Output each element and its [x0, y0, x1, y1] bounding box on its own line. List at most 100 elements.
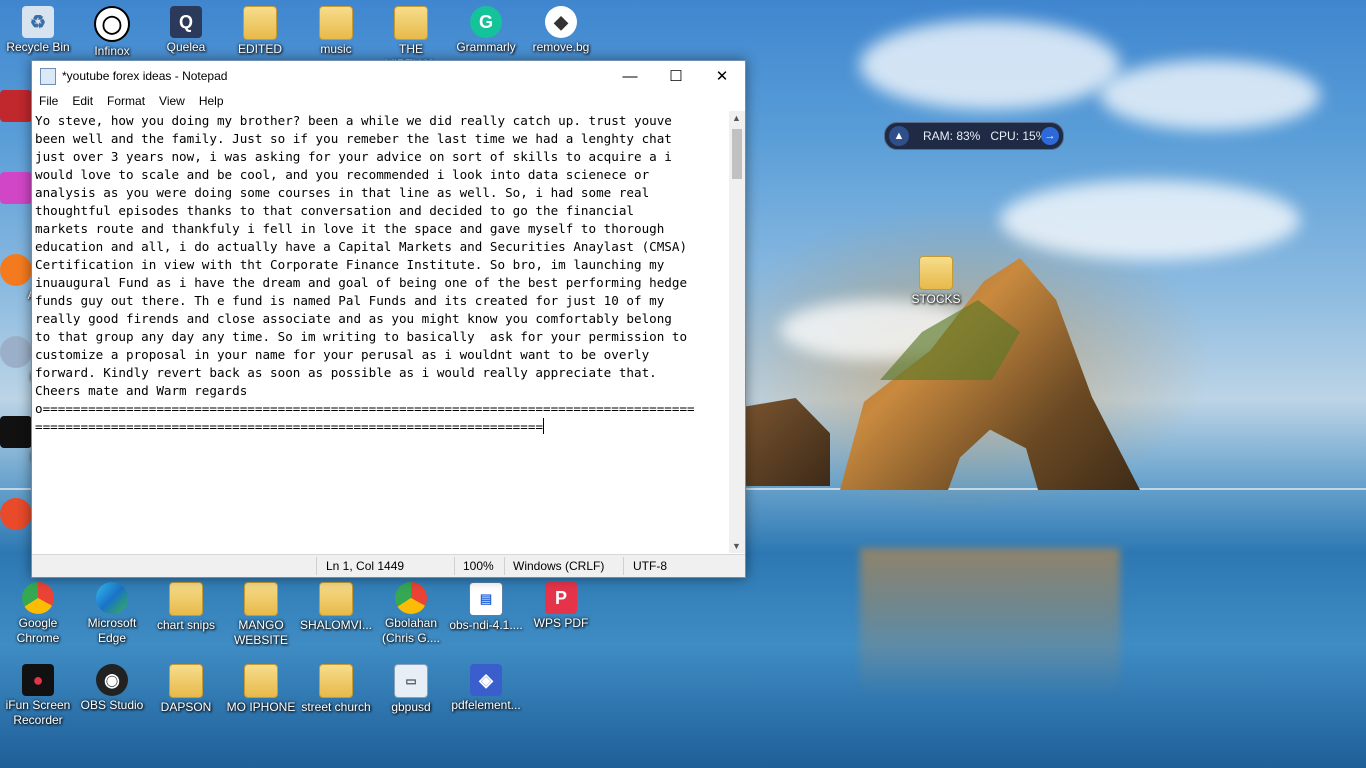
- maximize-button[interactable]: ☐: [653, 61, 699, 91]
- text-line: been well and the family. Just so if you…: [35, 131, 672, 146]
- text-line: just over 3 years now, i was asking for …: [35, 149, 672, 164]
- notepad-icon[interactable]: [40, 68, 56, 85]
- ram-usage: RAM: 83%: [923, 129, 981, 143]
- scrollbar-thumb[interactable]: [732, 129, 742, 179]
- desktop-icon-label: gbpusd: [391, 700, 431, 714]
- text-line: funds guy out there. Th e fund is named …: [35, 293, 665, 308]
- folder-icon: [919, 256, 953, 290]
- desktop-icon-street-church[interactable]: street church: [298, 664, 374, 715]
- desktop-icon-label: MANGO WEBSITE: [233, 618, 288, 647]
- encoding: UTF-8: [633, 559, 667, 573]
- desktop-icon-dapson[interactable]: DAPSON: [148, 664, 224, 715]
- app-icon: [0, 416, 32, 448]
- app-icon: [0, 90, 32, 122]
- cloud: [860, 20, 1120, 110]
- desktop-icon-stocks[interactable]: STOCKS: [898, 256, 974, 307]
- desktop-icon-ifun-screen-recorder[interactable]: ● iFun Screen Recorder: [0, 664, 76, 728]
- folder-icon: [319, 6, 353, 40]
- close-button[interactable]: ✕: [699, 61, 745, 91]
- desktop-icon-google-chrome[interactable]: Google Chrome: [0, 582, 76, 646]
- desktop-icon-label: Microsoft Edge: [87, 616, 137, 645]
- arrow-right-icon[interactable]: →: [1041, 127, 1059, 145]
- desktop-icon-grammarly[interactable]: G Grammarly: [448, 6, 524, 55]
- desktop-icon-mo-iphone[interactable]: MO IPHONE: [223, 664, 299, 715]
- pdfelement-icon: ◈: [470, 664, 502, 696]
- quelea-icon: Q: [170, 6, 202, 38]
- desktop-icon-label: SHALOMVI...: [299, 618, 373, 632]
- desktop-icon-microsoft-edge[interactable]: Microsoft Edge: [74, 582, 150, 646]
- infinox-icon: ◯: [94, 6, 130, 42]
- desktop-icon-quelea[interactable]: Q Quelea: [148, 6, 224, 55]
- folder-icon: [169, 664, 203, 698]
- desktop-icon-edited[interactable]: EDITED: [222, 6, 298, 57]
- desktop-icon-mango-website[interactable]: MANGO WEBSITE: [223, 582, 299, 648]
- desktop-icon-label: chart snips: [156, 618, 216, 632]
- desktop-icon-chart-snips[interactable]: chart snips: [148, 582, 224, 633]
- line-ending: Windows (CRLF): [513, 559, 605, 573]
- folder-icon: [394, 6, 428, 40]
- text-line: to that group any day any time. So im wr…: [35, 329, 688, 344]
- window-title: *youtube forex ideas - Notepad: [62, 69, 228, 83]
- status-bar: Ln 1, Col 1449 100% Windows (CRLF) UTF-8: [32, 554, 745, 577]
- desktop-icon-wps-pdf[interactable]: P WPS PDF: [523, 582, 599, 631]
- title-bar[interactable]: *youtube forex ideas - Notepad — ☐ ✕: [32, 61, 745, 91]
- installer-icon: ▤: [469, 582, 503, 616]
- notepad-window[interactable]: *youtube forex ideas - Notepad — ☐ ✕ Fil…: [31, 60, 746, 578]
- text-line: analysis as you were doing some courses …: [35, 185, 650, 200]
- desktop-icon-pdfelement[interactable]: ◈ pdfelement...: [448, 664, 524, 713]
- menu-file[interactable]: File: [32, 91, 65, 111]
- ram-cpu-gadget[interactable]: ▲ RAM: 83% CPU: 15% →: [884, 122, 1064, 150]
- desktop-icon-obs-ndi[interactable]: ▤ obs-ndi-4.1....: [448, 582, 524, 633]
- text-caret: [543, 418, 544, 434]
- rock-reflection: [860, 548, 1120, 698]
- rocket-icon[interactable]: ▲: [889, 126, 909, 146]
- desktop-icon-label: Grammarly: [456, 40, 516, 54]
- scroll-up-arrow[interactable]: ▲: [732, 113, 741, 123]
- folder-icon: [319, 582, 353, 616]
- menu-edit[interactable]: Edit: [65, 91, 100, 111]
- desktop-icon-label: EDITED: [237, 42, 282, 56]
- text-line: forward. Kindly revert back as soon as p…: [35, 365, 657, 380]
- app-icon: [0, 498, 32, 530]
- text-line: inuaugural Fund as i have the dream and …: [35, 275, 688, 290]
- minimize-button[interactable]: —: [607, 61, 653, 91]
- menu-format[interactable]: Format: [100, 91, 152, 111]
- status-separator: [504, 557, 505, 575]
- text-line: really good firends and close associate …: [35, 311, 672, 326]
- wps-pdf-icon: P: [545, 582, 577, 614]
- menu-bar: File Edit Format View Help: [32, 91, 745, 111]
- text-editor[interactable]: Yo steve, how you doing my brother? been…: [32, 111, 729, 553]
- obs-icon: ◉: [96, 664, 128, 696]
- scroll-down-arrow[interactable]: ▼: [732, 541, 741, 551]
- menu-view[interactable]: View: [152, 91, 192, 111]
- desktop-icon-label: WPS PDF: [533, 616, 589, 630]
- desktop-icon-gbpusd[interactable]: ▭ gbpusd: [373, 664, 449, 715]
- vertical-scrollbar[interactable]: ▲ ▼: [729, 111, 745, 553]
- cloud: [1100, 60, 1320, 130]
- desktop-icon-shalomvi[interactable]: SHALOMVI...: [298, 582, 374, 633]
- desktop-icon-label: street church: [301, 700, 371, 714]
- desktop-icon-label: obs-ndi-4.1....: [449, 618, 523, 632]
- left-rock: [744, 398, 830, 486]
- desktop-icon-label: Recycle Bin: [6, 40, 70, 54]
- desktop-icon-recycle-bin[interactable]: ♻ Recycle Bin: [0, 6, 76, 55]
- edge-icon: [96, 582, 128, 614]
- text-line: markets route and thankfuly i fell in lo…: [35, 221, 665, 236]
- cloud: [1000, 180, 1300, 260]
- folder-icon: [169, 582, 203, 616]
- folder-icon: [243, 6, 277, 40]
- cursor-position: Ln 1, Col 1449: [326, 559, 405, 573]
- text-line: ========================================…: [35, 419, 543, 434]
- desktop-icon-label: Google Chrome: [16, 616, 60, 645]
- desktop-icon-label: Gbolahan (Chris G....: [381, 616, 440, 645]
- menu-help[interactable]: Help: [192, 91, 231, 111]
- desktop-icon-label: Quelea: [166, 40, 206, 54]
- desktop-icon-music[interactable]: music: [298, 6, 374, 57]
- grammarly-icon: G: [470, 6, 502, 38]
- desktop-icon-label: STOCKS: [911, 292, 961, 306]
- desktop-icon-infinox[interactable]: ◯ Infinox: [74, 6, 150, 59]
- desktop-icon-gbolahan[interactable]: Gbolahan (Chris G....: [373, 582, 449, 646]
- desktop-icon-remove-bg[interactable]: ◆ remove.bg: [523, 6, 599, 55]
- desktop-icon-obs-studio[interactable]: ◉ OBS Studio: [74, 664, 150, 713]
- desktop-icon-label: MO IPHONE: [226, 700, 296, 714]
